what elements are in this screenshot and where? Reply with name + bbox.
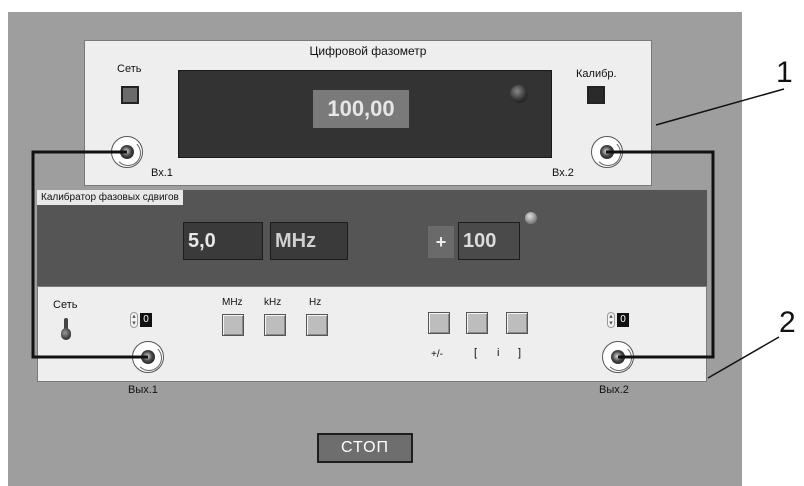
phase-readout: 100,00 xyxy=(313,90,409,128)
spinner-value: 0 xyxy=(140,313,152,327)
input-2-label: Вх.2 xyxy=(552,167,574,179)
khz-button[interactable] xyxy=(264,314,286,336)
phasemeter-title: Цифровой фазометр xyxy=(309,44,427,58)
output-1-level-spinner[interactable]: ▴ ▾ 0 xyxy=(130,312,156,328)
bracket-close-label: ] xyxy=(518,347,522,359)
frequency-unit-display: MHz xyxy=(270,222,348,260)
output-2-level-spinner[interactable]: ▴ ▾ 0 xyxy=(607,312,633,328)
phase-down-button[interactable] xyxy=(466,312,488,334)
phase-shift-display: 100 xyxy=(458,222,520,260)
callout-1-label: 1 xyxy=(776,56,793,89)
stop-button[interactable]: СТОП xyxy=(317,433,413,463)
calibrator-indicator-led xyxy=(525,212,537,224)
output-1-label: Вых.1 xyxy=(128,384,158,396)
phasemeter-power-label: Сеть xyxy=(117,63,142,75)
callout-2-label: 2 xyxy=(779,306,796,339)
bracket-open-label: [ xyxy=(474,347,478,359)
calibrator-title: Калибратор фазовых сдвигов xyxy=(37,190,183,205)
phasemeter-power-button[interactable] xyxy=(121,86,139,104)
mhz-label: MHz xyxy=(222,297,243,308)
hz-button[interactable] xyxy=(306,314,328,336)
output-2-label: Вых.2 xyxy=(599,384,629,396)
spinner-arrows-icon[interactable]: ▴ ▾ xyxy=(607,312,615,328)
index-label: i xyxy=(497,347,500,359)
khz-label: kHz xyxy=(264,297,282,308)
spinner-value: 0 xyxy=(617,313,629,327)
spinner-arrows-icon[interactable]: ▴ ▾ xyxy=(130,312,138,328)
output-2-connector[interactable] xyxy=(602,341,634,373)
sign-label: +/- xyxy=(431,349,443,360)
input-2-connector[interactable] xyxy=(591,136,623,168)
input-1-label: Вх.1 xyxy=(151,167,173,179)
toggle-base xyxy=(61,328,71,340)
phase-up-button[interactable] xyxy=(506,312,528,334)
mhz-button[interactable] xyxy=(222,314,244,336)
hz-label: Hz xyxy=(309,297,322,308)
input-1-connector[interactable] xyxy=(111,136,143,168)
power-toggle-switch[interactable] xyxy=(61,318,71,340)
phase-sign-display: + xyxy=(428,226,454,258)
calibrate-button[interactable] xyxy=(587,86,605,104)
sign-toggle-button[interactable] xyxy=(428,312,450,334)
output-1-connector[interactable] xyxy=(132,341,164,373)
frequency-display: 5,0 xyxy=(183,222,263,260)
calibrate-label: Калибр. xyxy=(576,68,617,80)
calibrator-power-label: Сеть xyxy=(53,299,78,311)
phasemeter-indicator-led xyxy=(510,85,528,103)
